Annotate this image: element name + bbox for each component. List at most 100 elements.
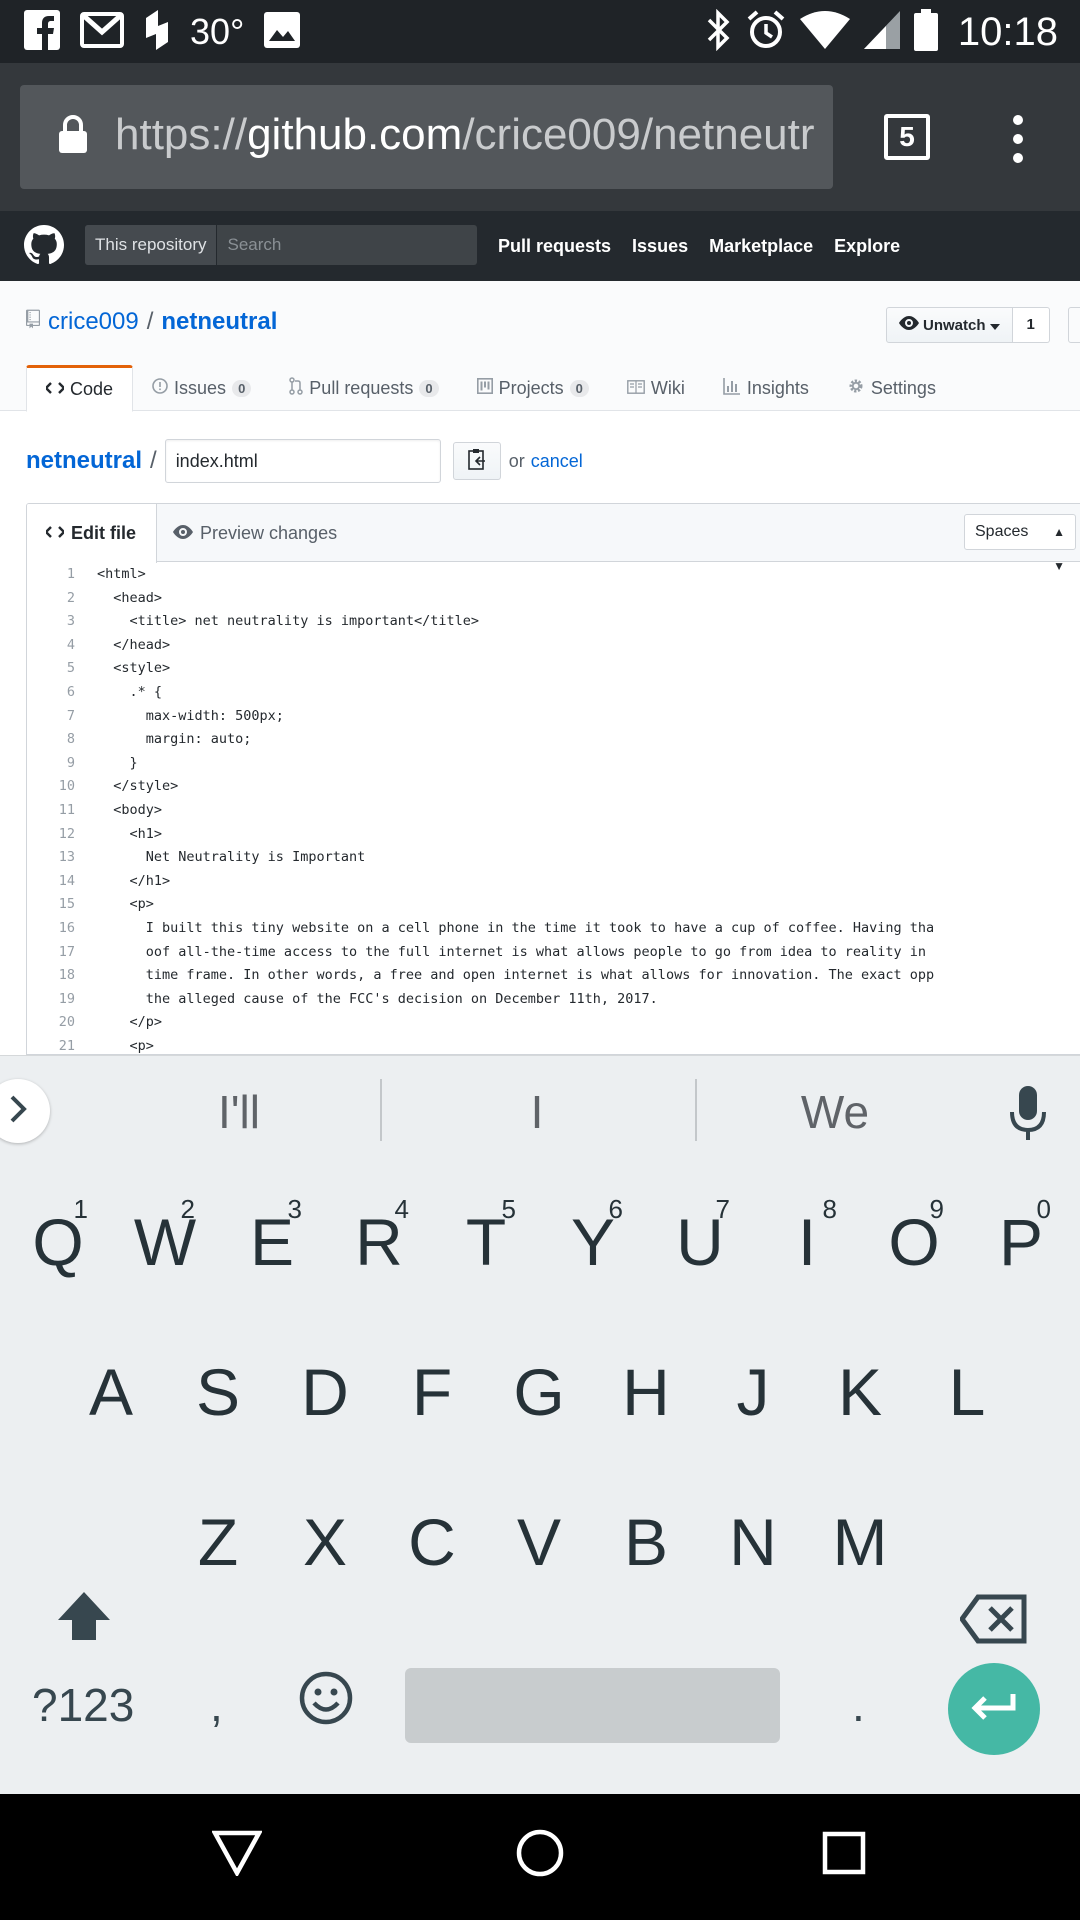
code-line[interactable]: 21 <p> xyxy=(27,1035,1080,1054)
tab-insights[interactable]: Insights xyxy=(704,365,828,411)
tab-code[interactable]: Code xyxy=(26,365,134,412)
code-line[interactable]: 18 time frame. In other words, a free an… xyxy=(27,964,1080,988)
nav-pull-requests[interactable]: Pull requests xyxy=(498,236,611,257)
key-m[interactable]: M xyxy=(810,1468,910,1598)
code-line[interactable]: 11 <body> xyxy=(27,799,1080,823)
code-area[interactable]: 1 <html> 2 <head> 3 <title> net neutrality … xyxy=(27,563,1080,1054)
period-key[interactable]: . xyxy=(852,1678,865,1732)
nav-issues[interactable]: Issues xyxy=(632,236,688,257)
code-line[interactable]: 15 <p> xyxy=(27,893,1080,917)
code-line[interactable]: 8 margin: auto; xyxy=(27,728,1080,752)
microphone-icon[interactable] xyxy=(1010,1086,1046,1147)
code-line[interactable]: 5 <style> xyxy=(27,657,1080,681)
url-bar[interactable]: https://github.com/crice009/netneutr xyxy=(20,85,833,189)
key-k[interactable]: K xyxy=(810,1318,910,1448)
suggestion-1[interactable]: I'll xyxy=(139,1056,339,1169)
key-g[interactable]: G xyxy=(489,1318,589,1448)
code-line[interactable]: 3 <title> net neutrality is important</t… xyxy=(27,610,1080,634)
key-t[interactable]: T5 xyxy=(436,1168,536,1298)
code-line[interactable]: 16 I built this tiny website on a cell p… xyxy=(27,917,1080,941)
tab-preview-changes[interactable]: Preview changes xyxy=(153,504,357,562)
tab-settings-label: Settings xyxy=(870,377,936,398)
key-h[interactable]: H xyxy=(596,1318,696,1448)
symbols-key[interactable]: ?123 xyxy=(32,1678,134,1732)
indent-mode-select[interactable]: Spaces ▲ ▼ xyxy=(964,514,1076,573)
key-l[interactable]: L xyxy=(917,1318,1017,1448)
code-line[interactable]: 6 .* { xyxy=(27,681,1080,705)
tab-issues[interactable]: Issues 0 xyxy=(133,365,270,411)
suggestion-2[interactable]: I xyxy=(437,1056,637,1169)
repo-owner-link[interactable]: crice009 xyxy=(48,308,139,336)
key-n[interactable]: N xyxy=(703,1468,803,1598)
key-x[interactable]: X xyxy=(275,1468,375,1598)
cancel-link[interactable]: cancel xyxy=(531,451,583,472)
backspace-key[interactable] xyxy=(944,1544,1044,1674)
line-number: 8 xyxy=(66,731,75,748)
tab-settings[interactable]: Settings xyxy=(828,365,955,411)
key-e[interactable]: E3 xyxy=(222,1168,322,1298)
expand-suggestions-button[interactable] xyxy=(0,1079,50,1143)
space-key[interactable] xyxy=(405,1668,780,1743)
star-button-partial[interactable] xyxy=(1068,307,1080,343)
tab-projects[interactable]: Projects 0 xyxy=(458,365,608,411)
key-c[interactable]: C xyxy=(382,1468,482,1598)
key-r[interactable]: R4 xyxy=(329,1168,429,1298)
nav-explore[interactable]: Explore xyxy=(834,236,900,257)
code-line[interactable]: 1 <html> xyxy=(27,563,1080,587)
code-line[interactable]: 13 Net Neutrality is Important xyxy=(27,846,1080,870)
github-search-input[interactable]: This repository Search xyxy=(85,225,477,265)
code-line[interactable]: 7 max-width: 500px; xyxy=(27,705,1080,729)
code-line[interactable]: 2 <head> xyxy=(27,587,1080,611)
emoji-key[interactable] xyxy=(276,1648,376,1758)
key-f[interactable]: F xyxy=(382,1318,482,1448)
comma-key[interactable]: , xyxy=(210,1678,223,1732)
key-z[interactable]: Z xyxy=(168,1468,268,1598)
line-number: 1 xyxy=(66,566,75,582)
code-line[interactable]: 20 </p> xyxy=(27,1011,1080,1035)
key-v[interactable]: V xyxy=(489,1468,589,1598)
suggestion-3[interactable]: We xyxy=(735,1056,935,1169)
enter-key[interactable] xyxy=(948,1663,1040,1755)
temperature: 30° xyxy=(190,11,245,52)
repo-name-link[interactable]: netneutral xyxy=(161,308,277,336)
code-line[interactable]: 14 </h1> xyxy=(27,870,1080,894)
key-s[interactable]: S xyxy=(168,1318,268,1448)
key-q[interactable]: Q1 xyxy=(8,1168,108,1298)
key-b[interactable]: B xyxy=(596,1468,696,1598)
back-icon[interactable] xyxy=(211,1830,263,1881)
recents-icon[interactable] xyxy=(822,1831,866,1880)
key-a[interactable]: A xyxy=(61,1318,161,1448)
key-letter: I xyxy=(797,1205,817,1279)
code-line[interactable]: 10 </style> xyxy=(27,775,1080,799)
tab-edit-file[interactable]: Edit file xyxy=(27,504,158,563)
key-j[interactable]: J xyxy=(703,1318,803,1448)
key-d[interactable]: D xyxy=(275,1318,375,1448)
nav-marketplace[interactable]: Marketplace xyxy=(709,236,813,257)
tab-pull-requests[interactable]: Pull requests 0 xyxy=(270,365,457,411)
tab-issues-label: Issues xyxy=(174,377,227,398)
github-logo-icon[interactable] xyxy=(24,225,64,270)
copy-path-button[interactable] xyxy=(452,442,501,480)
code-line[interactable]: 19 the alleged cause of the FCC's decisi… xyxy=(27,988,1080,1012)
key-p[interactable]: P0 xyxy=(971,1168,1071,1298)
wifi-icon xyxy=(799,10,850,54)
key-y[interactable]: Y6 xyxy=(543,1168,643,1298)
key-o[interactable]: O9 xyxy=(864,1168,964,1298)
tab-wiki[interactable]: Wiki xyxy=(608,365,704,411)
key-u[interactable]: U7 xyxy=(650,1168,750,1298)
code-line[interactable]: 9 } xyxy=(27,752,1080,776)
tab-switcher-button[interactable]: 5 xyxy=(884,114,930,160)
filename-input[interactable] xyxy=(164,439,441,483)
key-w[interactable]: W2 xyxy=(115,1168,215,1298)
home-icon[interactable] xyxy=(516,1829,564,1882)
overflow-menu-icon[interactable] xyxy=(1008,115,1028,163)
key-i[interactable]: I8 xyxy=(757,1168,857,1298)
search-placeholder: Search xyxy=(227,235,282,254)
code-line[interactable]: 4 </head> xyxy=(27,634,1080,658)
code-line[interactable]: 12 <h1> xyxy=(27,823,1080,847)
code-line[interactable]: 17 oof all-the-time access to the full i… xyxy=(27,941,1080,965)
shift-key[interactable] xyxy=(34,1544,134,1674)
unwatch-button[interactable]: Unwatch xyxy=(886,307,1013,343)
watch-count[interactable]: 1 xyxy=(1012,307,1050,343)
breadcrumb-repo-link[interactable]: netneutral xyxy=(26,447,142,475)
